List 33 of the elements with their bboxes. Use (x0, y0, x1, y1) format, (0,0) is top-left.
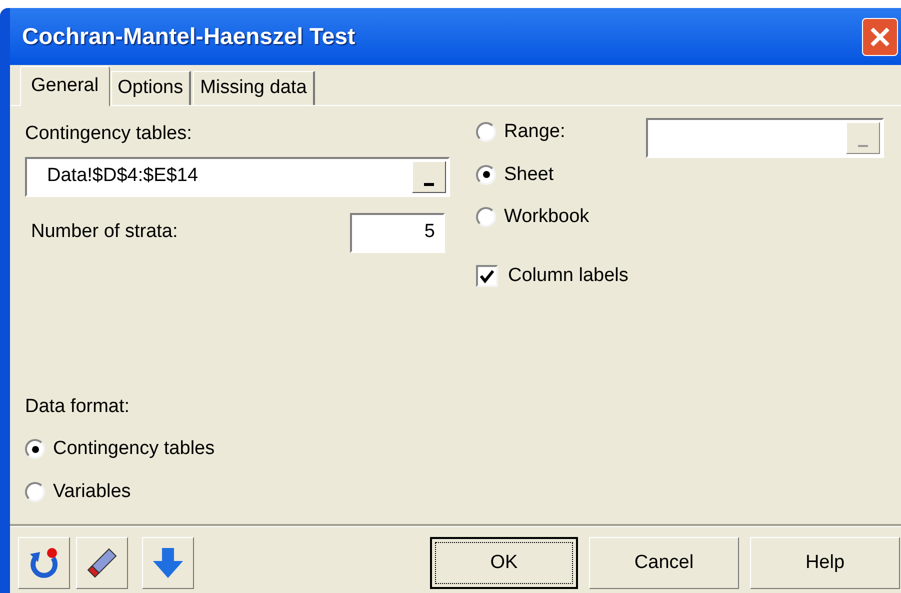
radio-button[interactable] (476, 164, 496, 185)
eraser-icon (85, 546, 119, 580)
cancel-button[interactable]: Cancel (589, 537, 739, 589)
radio-button[interactable] (25, 439, 45, 460)
ok-button[interactable]: OK (430, 537, 578, 589)
reset-button[interactable] (18, 537, 70, 589)
checkbox[interactable] (476, 264, 498, 287)
field-label: Number of strata: (30, 220, 178, 244)
range-field[interactable] (646, 118, 884, 158)
help-button[interactable]: Help (750, 537, 900, 589)
window-title: Cochran-Mantel-Haenszel Test (22, 22, 356, 52)
down-arrow-icon (151, 546, 185, 580)
down-button[interactable] (142, 537, 194, 589)
tab[interactable]: General (20, 66, 110, 106)
radio-button[interactable] (25, 482, 45, 502)
option-label: Range: (504, 120, 566, 144)
option-label: Variables (53, 480, 131, 504)
option-label: Contingency tables (53, 437, 215, 461)
option-label: Workbook (504, 205, 590, 229)
option-label: Sheet (504, 162, 554, 186)
tab[interactable]: Missing data (193, 71, 315, 105)
close-icon (869, 26, 891, 48)
select-range-button[interactable] (412, 160, 446, 192)
checkbox-label: Column labels (508, 264, 628, 288)
tab[interactable]: Options (110, 71, 192, 105)
section-label: Data format: (25, 394, 131, 418)
radio-button[interactable] (476, 207, 496, 228)
strata-field[interactable]: 5 (350, 212, 445, 252)
field-label: Contingency tables: (25, 122, 193, 146)
range-field[interactable]: Data!$D$4:$E$14 (25, 156, 450, 196)
close-button[interactable] (862, 18, 898, 56)
eraser-button[interactable] (76, 537, 128, 589)
radio-button[interactable] (476, 122, 496, 142)
